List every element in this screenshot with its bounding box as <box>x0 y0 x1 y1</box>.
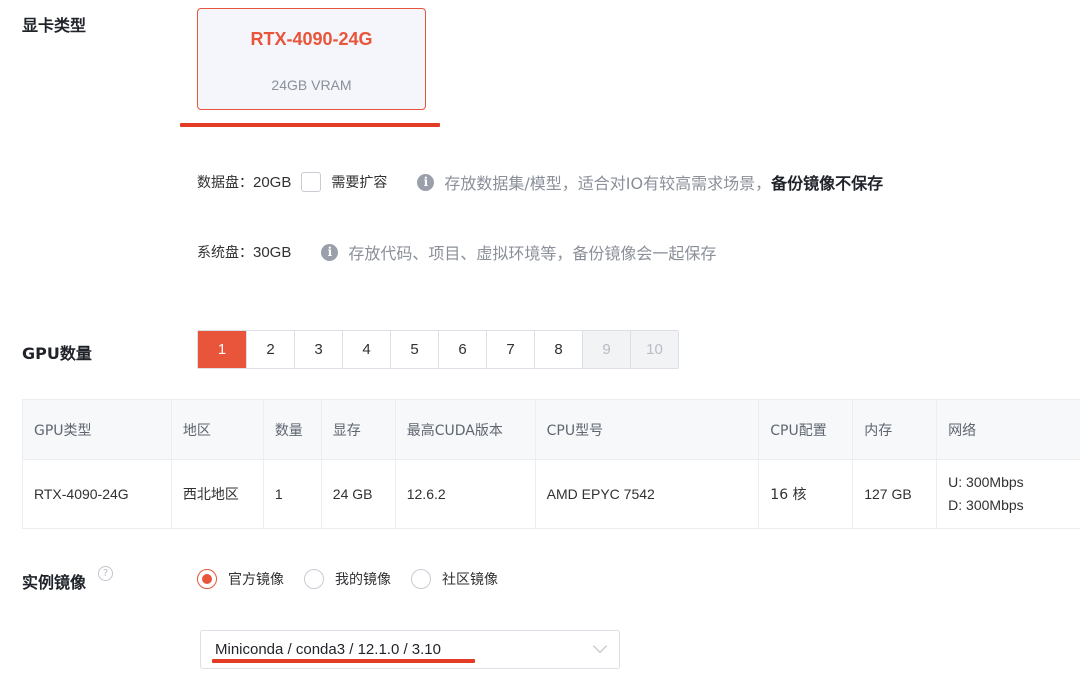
data-disk-hint: 存放数据集/模型，适合对IO有较高需求场景， <box>444 174 772 193</box>
gpu-type-label: 显卡类型 <box>22 16 87 35</box>
table-row: RTX-4090-24G 西北地区 1 24 GB 12.6.2 AMD EPY… <box>22 459 1080 529</box>
gpu-count-option-1[interactable]: 1 <box>198 331 246 368</box>
data-disk-row: 数据盘： 20GB 需要扩容 i 存放数据集/模型，适合对IO有较高需求场景， … <box>197 170 883 194</box>
annotation-underline-gpu <box>180 123 440 127</box>
system-disk-size: 30GB <box>253 243 292 261</box>
system-disk-row: 系统盘： 30GB i 存放代码、项目、虚拟环境等，备份镜像会一起保存 <box>197 240 716 264</box>
radio-circle[interactable] <box>411 569 431 589</box>
info-circle-icon: i <box>321 243 339 261</box>
header-gpu-type: GPU类型 <box>22 399 172 460</box>
gpu-count-option-10: 10 <box>630 331 678 368</box>
data-disk-hint-strong: 备份镜像不保存 <box>771 174 884 193</box>
gpu-card-name: RTX-4090-24G <box>250 29 373 49</box>
radio-circle[interactable] <box>304 569 324 589</box>
expand-checkbox[interactable] <box>301 172 322 192</box>
header-vram: 显存 <box>320 399 396 460</box>
system-disk-label: 系统盘： <box>197 245 253 261</box>
image-version-select[interactable]: Miniconda / conda3 / 12.1.0 / 3.10 <box>200 630 620 669</box>
net-download: D: 300Mbps <box>948 497 1024 513</box>
header-count: 数量 <box>262 399 322 460</box>
cell-vram: 24 GB <box>320 459 396 529</box>
gpu-count-option-2[interactable]: 2 <box>246 331 294 368</box>
gpu-count-label: GPU数量 <box>22 344 92 363</box>
header-network: 网络 <box>936 399 1080 460</box>
header-region: 地区 <box>170 399 264 460</box>
gpu-spec-table: GPU类型 地区 数量 显存 最高CUDA版本 CPU型号 CPU配置 内存 网… <box>22 399 1080 529</box>
question-circle-icon[interactable]: ? <box>98 566 113 581</box>
system-disk-hint: 存放代码、项目、虚拟环境等，备份镜像会一起保存 <box>348 244 717 263</box>
gpu-count-option-7[interactable]: 7 <box>486 331 534 368</box>
annotation-underline-image <box>212 659 475 663</box>
header-cuda: 最高CUDA版本 <box>394 399 536 460</box>
gpu-count-option-3[interactable]: 3 <box>294 331 342 368</box>
radio-official-image[interactable]: 官方镜像 <box>197 569 284 589</box>
radio-label-mine: 我的镜像 <box>335 572 391 588</box>
gpu-count-option-9: 9 <box>582 331 630 368</box>
cell-cpu-config: 16 核 <box>758 459 854 529</box>
cell-region: 西北地区 <box>170 459 264 529</box>
cell-memory: 127 GB <box>852 459 938 529</box>
cell-cuda: 12.6.2 <box>394 459 536 529</box>
header-cpu-model: CPU型号 <box>534 399 760 460</box>
table-header-row: GPU类型 地区 数量 显存 最高CUDA版本 CPU型号 CPU配置 内存 网… <box>22 399 1080 460</box>
instance-image-label: 实例镜像 <box>22 573 87 592</box>
net-upload: U: 300Mbps <box>948 474 1024 490</box>
expand-label[interactable]: 需要扩容 <box>331 172 387 192</box>
radio-circle-checked[interactable] <box>197 569 217 589</box>
header-cpu-config: CPU配置 <box>758 399 854 460</box>
radio-my-image[interactable]: 我的镜像 <box>304 569 391 589</box>
radio-label-community: 社区镜像 <box>442 572 498 588</box>
info-circle-icon: i <box>417 173 435 191</box>
gpu-count-option-8[interactable]: 8 <box>534 331 582 368</box>
image-source-radio-group: 官方镜像 我的镜像 社区镜像 <box>197 569 518 589</box>
image-select-value: Miniconda / conda3 / 12.1.0 / 3.10 <box>215 641 441 658</box>
gpu-count-option-4[interactable]: 4 <box>342 331 390 368</box>
cell-network: U: 300Mbps D: 300Mbps <box>936 459 1080 529</box>
gpu-count-option-6[interactable]: 6 <box>438 331 486 368</box>
header-memory: 内存 <box>852 399 938 460</box>
cell-gpu-type: RTX-4090-24G <box>22 459 172 529</box>
data-disk-size: 20GB <box>253 173 292 191</box>
gpu-count-option-5[interactable]: 5 <box>390 331 438 368</box>
chevron-down-icon <box>592 638 608 654</box>
radio-community-image[interactable]: 社区镜像 <box>411 569 498 589</box>
cell-count: 1 <box>262 459 322 529</box>
gpu-count-selector: 1 2 3 4 5 6 7 8 9 10 <box>197 330 679 369</box>
cell-cpu-model: AMD EPYC 7542 <box>534 459 760 529</box>
gpu-card-vram: 24GB VRAM <box>271 77 352 93</box>
gpu-card-rtx-4090[interactable]: RTX-4090-24G 24GB VRAM <box>197 8 426 110</box>
data-disk-label: 数据盘： <box>197 175 253 191</box>
radio-label-official: 官方镜像 <box>228 572 284 588</box>
